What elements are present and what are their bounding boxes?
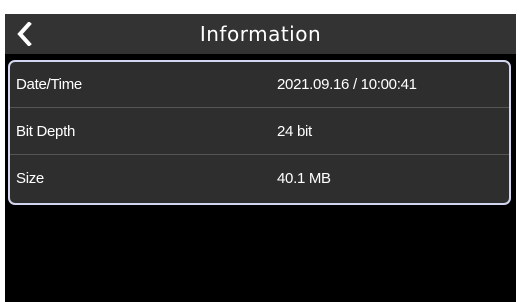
- bit-depth-label: Bit Depth: [16, 123, 75, 140]
- info-panel: Date/Time 2021.09.16 / 10:00:41 Bit Dept…: [8, 60, 511, 205]
- back-button[interactable]: [9, 18, 41, 50]
- title-bar: Information: [5, 14, 516, 54]
- bit-depth-value: 24 bit: [277, 123, 312, 140]
- date-time-label: Date/Time: [16, 76, 82, 93]
- info-row-bit-depth: Bit Depth 24 bit: [10, 109, 509, 155]
- device-screen: Information Date/Time 2021.09.16 / 10:00…: [5, 14, 516, 302]
- chevron-left-icon: [17, 22, 32, 46]
- info-row-date-time: Date/Time 2021.09.16 / 10:00:41: [10, 62, 509, 108]
- date-time-value: 2021.09.16 / 10:00:41: [277, 76, 417, 93]
- info-row-size: Size 40.1 MB: [10, 156, 509, 202]
- size-value: 40.1 MB: [277, 170, 331, 187]
- size-label: Size: [16, 170, 44, 187]
- page-title: Information: [199, 22, 322, 46]
